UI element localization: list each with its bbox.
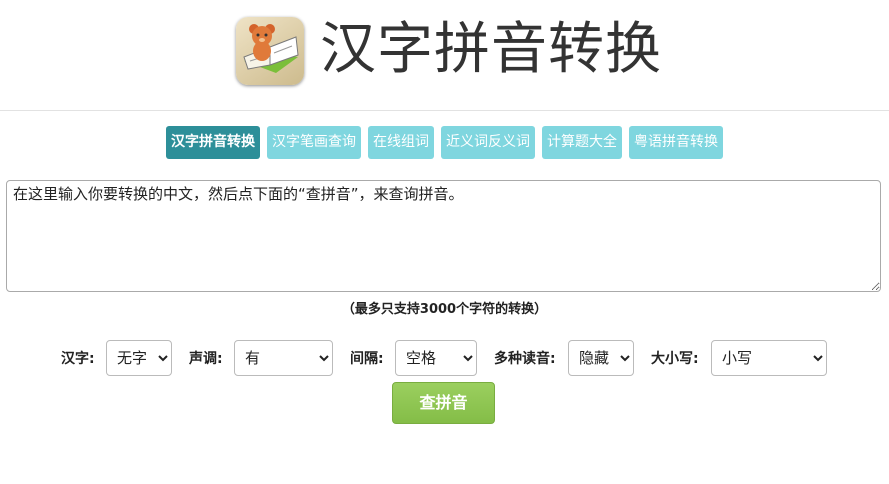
case-select[interactable]: 小写: [711, 340, 827, 376]
character-limit-note: （最多只支持3000个字符的转换）: [341, 302, 548, 317]
hanzi-option-label: 汉字:: [61, 351, 95, 367]
tone-option-label: 声调:: [189, 351, 223, 367]
lookup-pinyin-button[interactable]: 查拼音: [392, 382, 495, 424]
tool-nav: 汉字拼音转换 汉字笔画查询 在线组词 近义词反义词 计算题大全 粤语拼音转换: [0, 126, 889, 159]
tone-select[interactable]: 有: [234, 340, 333, 376]
tab-stroke-lookup[interactable]: 汉字笔画查询: [267, 126, 361, 159]
tab-synonyms-antonyms[interactable]: 近义词反义词: [441, 126, 535, 159]
site-header: 汉字拼音转换: [0, 0, 889, 111]
site-title: 汉字拼音转换: [320, 17, 662, 82]
spacing-option-label: 间隔:: [350, 351, 384, 367]
chinese-text-input[interactable]: [6, 180, 881, 292]
case-option-label: 大小写:: [651, 351, 699, 367]
spacing-select[interactable]: 空格: [395, 340, 477, 376]
tab-cantonese-pinyin[interactable]: 粤语拼音转换: [629, 126, 723, 159]
multi-reading-option-label: 多种读音:: [494, 351, 556, 367]
multi-reading-select[interactable]: 隐藏: [568, 340, 634, 376]
tab-word-builder[interactable]: 在线组词: [368, 126, 434, 159]
tab-math-problems[interactable]: 计算题大全: [542, 126, 622, 159]
tab-hanzi-pinyin[interactable]: 汉字拼音转换: [166, 126, 260, 159]
hanzi-select[interactable]: 无字: [106, 340, 172, 376]
teddy-bear-book-icon[interactable]: [236, 17, 304, 85]
